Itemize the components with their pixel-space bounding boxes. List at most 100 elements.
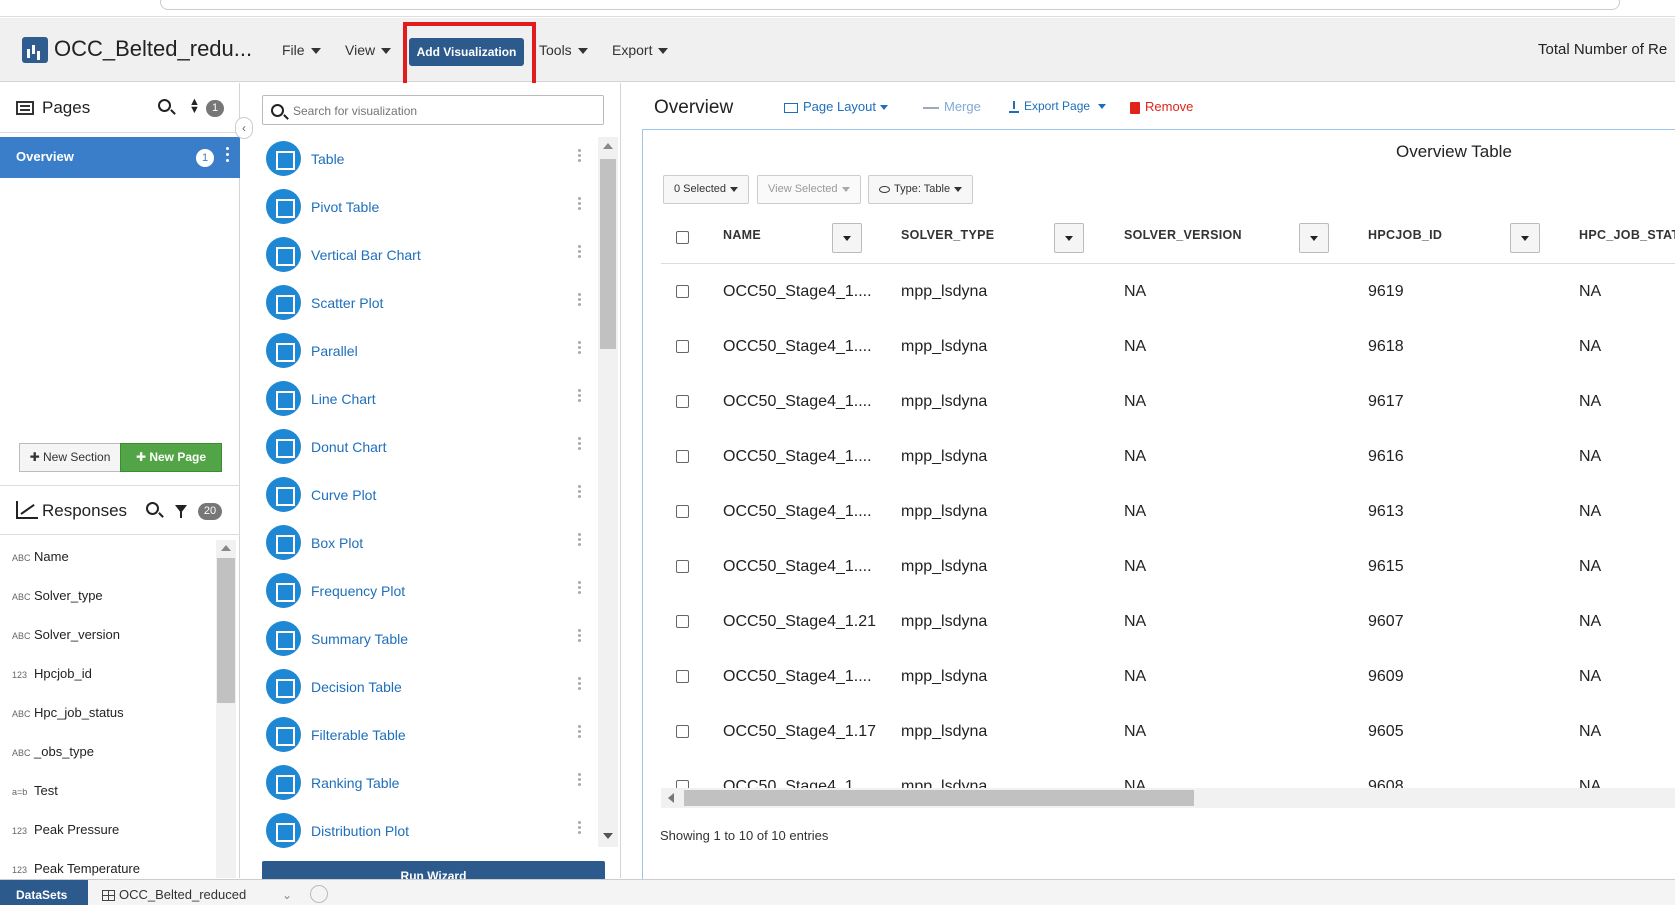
column-header-solver-version[interactable]: SOLVER_VERSION bbox=[1124, 228, 1242, 242]
viz-item-box-plot[interactable]: Box Plot bbox=[266, 525, 586, 565]
response-item[interactable]: ABC Solver_type bbox=[12, 588, 103, 603]
kebab-menu-icon[interactable] bbox=[578, 581, 581, 584]
viz-item-ranking-table[interactable]: Ranking Table bbox=[266, 765, 586, 805]
table-row[interactable]: OCC50_Stage4_1.... mpp_lsdyna NA 9617 NA bbox=[661, 374, 1675, 429]
menu-view[interactable]: View bbox=[345, 42, 392, 58]
remove-button[interactable]: Remove bbox=[1130, 99, 1193, 114]
column-menu-button[interactable] bbox=[1054, 223, 1084, 253]
kebab-menu-icon[interactable] bbox=[578, 389, 581, 392]
kebab-menu-icon[interactable] bbox=[578, 821, 581, 824]
table-row[interactable]: OCC50_Stage4_1.... mpp_lsdyna NA 9608 NA bbox=[661, 759, 1675, 788]
collapse-panel-button[interactable]: ‹ bbox=[235, 117, 253, 139]
kebab-menu-icon[interactable] bbox=[578, 677, 581, 680]
response-item[interactable]: ABC Solver_version bbox=[12, 627, 120, 642]
visualization-scrollbar[interactable] bbox=[598, 137, 618, 847]
kebab-menu-icon[interactable] bbox=[578, 725, 581, 728]
table-row[interactable]: OCC50_Stage4_1.... mpp_lsdyna NA 9613 NA bbox=[661, 484, 1675, 539]
scroll-left-icon[interactable] bbox=[668, 793, 674, 803]
filter-icon[interactable] bbox=[175, 505, 187, 518]
row-checkbox[interactable] bbox=[676, 340, 689, 353]
row-checkbox[interactable] bbox=[676, 450, 689, 463]
row-checkbox[interactable] bbox=[676, 725, 689, 738]
viz-item-donut-chart[interactable]: Donut Chart bbox=[266, 429, 586, 469]
kebab-menu-icon[interactable] bbox=[578, 437, 581, 440]
table-row[interactable]: OCC50_Stage4_1.... mpp_lsdyna NA 9616 NA bbox=[661, 429, 1675, 484]
column-header-solver-type[interactable]: SOLVER_TYPE bbox=[901, 228, 994, 242]
column-header-hpcjob-id[interactable]: HPCJOB_ID bbox=[1368, 228, 1442, 242]
column-menu-button[interactable] bbox=[1299, 223, 1329, 253]
column-menu-button[interactable] bbox=[1510, 223, 1540, 253]
response-item[interactable]: a=b Test bbox=[12, 783, 58, 798]
table-row[interactable]: OCC50_Stage4_1.21 mpp_lsdyna NA 9607 NA bbox=[661, 594, 1675, 649]
viz-item-filterable-table[interactable]: Filterable Table bbox=[266, 717, 586, 757]
table-row[interactable]: OCC50_Stage4_1.... mpp_lsdyna NA 9619 NA bbox=[661, 264, 1675, 319]
kebab-menu-icon[interactable] bbox=[578, 149, 581, 152]
select-all-checkbox[interactable] bbox=[676, 231, 689, 244]
menu-file[interactable]: File bbox=[282, 42, 321, 58]
viz-item-line-chart[interactable]: Line Chart bbox=[266, 381, 586, 421]
row-checkbox[interactable] bbox=[676, 780, 689, 788]
column-header-hpc-job-status[interactable]: HPC_JOB_STAT bbox=[1579, 228, 1675, 242]
row-checkbox[interactable] bbox=[676, 670, 689, 683]
kebab-menu-icon[interactable] bbox=[578, 245, 581, 248]
row-checkbox[interactable] bbox=[676, 505, 689, 518]
menu-tools[interactable]: Tools bbox=[539, 42, 588, 58]
table-row[interactable]: OCC50_Stage4_1.17 mpp_lsdyna NA 9605 NA bbox=[661, 704, 1675, 759]
scroll-up-icon[interactable] bbox=[603, 143, 613, 149]
response-item[interactable]: ABC Name bbox=[12, 549, 69, 564]
selected-count-button[interactable]: 0 Selected bbox=[663, 175, 749, 204]
kebab-menu-icon[interactable] bbox=[578, 533, 581, 536]
visualization-search-input[interactable] bbox=[293, 102, 593, 120]
response-item[interactable]: ABC Hpc_job_status bbox=[12, 705, 124, 720]
sort-icon[interactable]: ▲ ▼ bbox=[189, 97, 200, 116]
merge-button[interactable]: Merge bbox=[923, 99, 981, 114]
chevron-down-icon[interactable]: ⌄ bbox=[282, 888, 292, 902]
scroll-down-icon[interactable] bbox=[603, 833, 613, 839]
viz-item-pivot-table[interactable]: Pivot Table bbox=[266, 189, 586, 229]
response-item[interactable]: 123 Hpcjob_id bbox=[12, 666, 92, 681]
address-bar[interactable] bbox=[160, 0, 1620, 10]
viz-item-scatter-plot[interactable]: Scatter Plot bbox=[266, 285, 586, 325]
table-horizontal-scrollbar[interactable] bbox=[661, 788, 1675, 808]
dataset-tab[interactable]: OCC_Belted_reduced bbox=[102, 887, 246, 902]
table-row[interactable]: OCC50_Stage4_1.... mpp_lsdyna NA 9609 NA bbox=[661, 649, 1675, 704]
page-layout-button[interactable]: Page Layout bbox=[784, 99, 889, 114]
kebab-menu-icon[interactable] bbox=[578, 485, 581, 488]
kebab-menu-icon[interactable] bbox=[578, 773, 581, 776]
kebab-menu-icon[interactable] bbox=[578, 293, 581, 296]
kebab-menu-icon[interactable] bbox=[578, 341, 581, 344]
kebab-menu-icon[interactable] bbox=[578, 197, 581, 200]
add-tab-button[interactable] bbox=[310, 885, 328, 903]
view-selected-button[interactable]: View Selected bbox=[757, 175, 861, 204]
viz-item-curve-plot[interactable]: Curve Plot bbox=[266, 477, 586, 517]
row-checkbox[interactable] bbox=[676, 395, 689, 408]
response-item[interactable]: ABC _obs_type bbox=[12, 744, 94, 759]
new-section-button[interactable]: ✚ New Section bbox=[19, 443, 121, 472]
column-header-name[interactable]: NAME bbox=[723, 228, 761, 242]
search-icon[interactable] bbox=[146, 502, 159, 515]
export-page-button[interactable]: Export Page bbox=[1009, 99, 1107, 113]
scrollbar-thumb[interactable] bbox=[600, 159, 616, 349]
viz-item-parallel[interactable]: Parallel bbox=[266, 333, 586, 373]
new-page-button[interactable]: ✚ New Page bbox=[120, 443, 222, 472]
kebab-menu-icon[interactable] bbox=[578, 629, 581, 632]
kebab-menu-icon[interactable] bbox=[226, 147, 229, 150]
column-menu-button[interactable] bbox=[832, 223, 862, 253]
viz-item-vertical-bar-chart[interactable]: Vertical Bar Chart bbox=[266, 237, 586, 277]
table-row[interactable]: OCC50_Stage4_1.... mpp_lsdyna NA 9618 NA bbox=[661, 319, 1675, 374]
row-checkbox[interactable] bbox=[676, 285, 689, 298]
viz-item-frequency-plot[interactable]: Frequency Plot bbox=[266, 573, 586, 613]
row-checkbox[interactable] bbox=[676, 560, 689, 573]
visualization-search[interactable] bbox=[262, 95, 604, 125]
row-checkbox[interactable] bbox=[676, 615, 689, 628]
search-icon[interactable] bbox=[158, 99, 171, 112]
table-type-button[interactable]: Type: Table bbox=[868, 175, 974, 204]
viz-item-distribution-plot[interactable]: Distribution Plot bbox=[266, 813, 586, 853]
viz-item-summary-table[interactable]: Summary Table bbox=[266, 621, 586, 661]
menu-export[interactable]: Export bbox=[612, 42, 669, 58]
datasets-tab[interactable]: DataSets bbox=[0, 880, 88, 905]
scrollbar-thumb[interactable] bbox=[217, 558, 235, 703]
viz-item-table[interactable]: Table bbox=[266, 141, 586, 181]
viz-item-decision-table[interactable]: Decision Table bbox=[266, 669, 586, 709]
page-item-overview[interactable]: Overview 1 bbox=[0, 137, 240, 178]
